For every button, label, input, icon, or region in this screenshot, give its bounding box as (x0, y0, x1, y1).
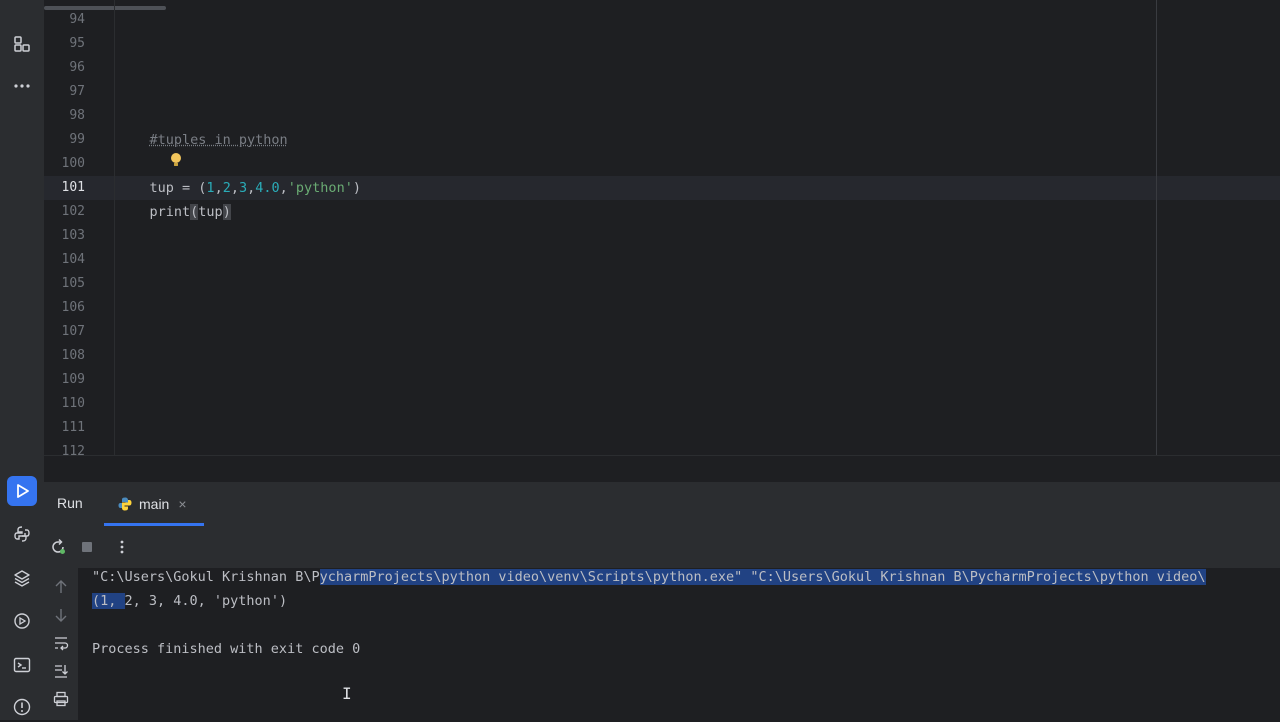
soft-wrap-icon[interactable] (52, 634, 70, 652)
problems-icon[interactable] (7, 692, 37, 722)
console-selected-text: (1, (92, 593, 125, 609)
gutter-separator (114, 0, 115, 455)
line-number: 96 (69, 60, 85, 75)
scroll-to-end-icon[interactable] (52, 662, 70, 680)
terminal-icon[interactable] (7, 650, 37, 680)
console-selected-text: ycharmProjects\python video\venv\Scripts… (319, 569, 1206, 585)
line-number: 99 (69, 132, 85, 147)
code-variable: tup (198, 204, 223, 220)
line-number: 108 (61, 348, 85, 363)
right-margin-guide (1156, 0, 1157, 455)
code-comma: , (279, 180, 288, 196)
line-number: 104 (61, 252, 85, 267)
line-number: 98 (69, 108, 85, 123)
active-tab-indicator (104, 523, 204, 526)
print-icon[interactable] (52, 690, 70, 708)
python-console-icon[interactable] (7, 519, 37, 549)
scroll-down-icon[interactable] (52, 606, 70, 624)
line-number: 97 (69, 84, 85, 99)
line-number: 110 (61, 396, 85, 411)
more-icon[interactable] (7, 71, 37, 101)
run-panel-title: Run (57, 495, 83, 511)
tab-close-icon[interactable]: × (178, 496, 186, 512)
console-output-line: (1, 2, 3, 4.0, 'python') (92, 589, 287, 613)
tab-main-label: main (139, 496, 170, 512)
code-paren: ) (352, 180, 361, 196)
code-number: 3 (238, 180, 248, 196)
python-file-icon (118, 497, 132, 511)
line-number: 103 (61, 228, 85, 243)
code-comment: #tuples in python (149, 132, 288, 148)
code-paren-matched: ) (222, 204, 231, 220)
console-command-text: "C:\Users\Gokul Krishnan B\P (92, 569, 320, 585)
stop-icon[interactable] (78, 538, 96, 556)
code-number: 4.0 (255, 180, 280, 196)
console-output[interactable]: "C:\Users\Gokul Krishnan B\PycharmProjec… (78, 568, 1280, 720)
line-number-current: 101 (61, 180, 85, 195)
more-vertical-icon[interactable] (113, 538, 131, 556)
line-number: 111 (61, 420, 85, 435)
run-toolbar (44, 534, 1280, 560)
text-cursor-icon: I (342, 684, 352, 703)
rerun-icon[interactable] (49, 538, 67, 556)
tab-main[interactable]: main × (104, 482, 204, 526)
console-output-text: 2, 3, 4.0, 'python') (124, 593, 288, 609)
code-comma: , (230, 180, 239, 196)
code-editor[interactable]: 94 95 96 97 98 99 100 101 102 103 104 10… (44, 0, 1280, 455)
services-icon[interactable] (7, 606, 37, 636)
run-icon[interactable] (7, 476, 37, 506)
intention-bulb-icon[interactable] (169, 152, 183, 168)
code-line-101[interactable]: print(tup) (117, 176, 231, 220)
code-line-100[interactable]: tup = (1,2,3,4.0,'python') (117, 152, 361, 196)
line-number: 106 (61, 300, 85, 315)
console-exit-message: Process finished with exit code 0 (92, 641, 361, 657)
run-tool-window: Run main × "C:\Users\Gokul Krishnan B\Py… (44, 482, 1280, 720)
code-line-98[interactable]: #tuples in python (117, 104, 288, 148)
console-command-line: "C:\Users\Gokul Krishnan B\PycharmProjec… (92, 568, 1206, 589)
line-number-gutter: 94 95 96 97 98 99 100 101 102 103 104 10… (44, 0, 114, 455)
line-number: 109 (61, 372, 85, 387)
tool-window-strip (0, 0, 44, 720)
line-number: 95 (69, 36, 85, 51)
panel-divider[interactable] (44, 455, 1280, 483)
project-structure-icon[interactable] (7, 29, 37, 59)
line-number: 105 (61, 276, 85, 291)
line-number: 112 (61, 444, 85, 455)
scroll-up-icon[interactable] (52, 578, 70, 596)
line-number: 94 (69, 12, 85, 27)
code-function: print (149, 204, 191, 220)
layers-icon[interactable] (7, 563, 37, 593)
code-string: 'python' (287, 180, 353, 196)
console-side-toolbar (44, 568, 78, 720)
line-number: 102 (61, 204, 85, 219)
line-number: 100 (61, 156, 85, 171)
line-number: 107 (61, 324, 85, 339)
